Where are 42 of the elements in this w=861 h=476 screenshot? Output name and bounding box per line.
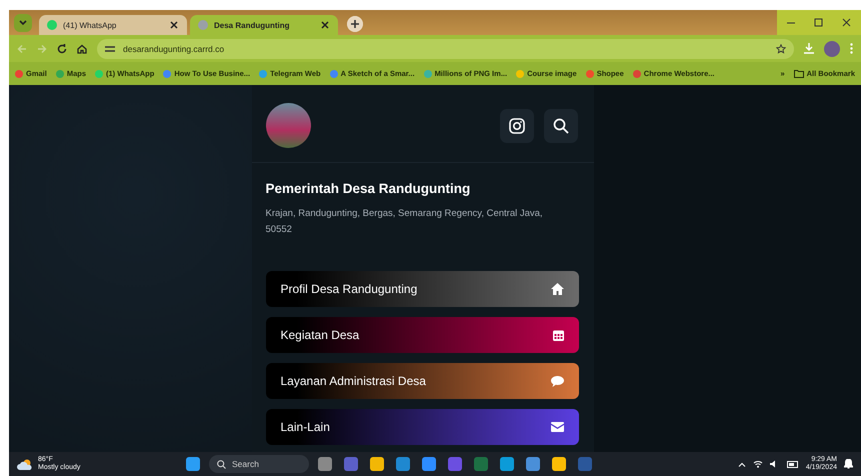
app-icon[interactable] bbox=[448, 457, 462, 471]
chevron-down-icon bbox=[19, 20, 27, 26]
browser-tab[interactable]: (41) WhatsApp bbox=[39, 15, 187, 35]
calendar-icon bbox=[552, 329, 564, 341]
search-field[interactable]: Search bbox=[209, 455, 309, 473]
page-title: Pemerintah Desa Randugunting bbox=[266, 181, 472, 196]
link-button[interactable]: Kegiatan Desa bbox=[266, 317, 578, 353]
close-icon[interactable] bbox=[169, 20, 179, 30]
address-bar[interactable]: desarandugunting.carrd.co bbox=[97, 38, 794, 58]
bell-icon[interactable] bbox=[844, 459, 853, 469]
link-button[interactable]: Lain-Lain bbox=[266, 409, 578, 445]
app-icon[interactable] bbox=[500, 457, 514, 471]
wifi-icon[interactable] bbox=[752, 460, 763, 468]
app-icon[interactable] bbox=[422, 457, 436, 471]
new-tab-icon[interactable] bbox=[347, 16, 363, 32]
tab-search-button[interactable] bbox=[14, 14, 32, 32]
link-button[interactable]: Layanan Administrasi Desa bbox=[266, 363, 578, 399]
mail-icon bbox=[550, 422, 564, 432]
home-icon[interactable] bbox=[77, 44, 87, 54]
app-icon[interactable] bbox=[344, 457, 358, 471]
star-icon[interactable] bbox=[776, 44, 786, 54]
battery-icon[interactable] bbox=[786, 460, 799, 468]
cloud-icon[interactable] bbox=[17, 458, 33, 470]
instagram-icon bbox=[508, 118, 524, 134]
instagram-button[interactable] bbox=[500, 108, 534, 142]
search-icon bbox=[217, 460, 226, 468]
chevron-up-icon[interactable] bbox=[738, 462, 746, 466]
app-icon[interactable] bbox=[526, 457, 540, 471]
profile-avatar[interactable] bbox=[824, 40, 840, 56]
site-settings-icon bbox=[105, 44, 115, 52]
search-button[interactable] bbox=[544, 108, 578, 142]
home-icon bbox=[550, 283, 564, 295]
reload-icon[interactable] bbox=[57, 44, 67, 54]
search-icon bbox=[552, 118, 568, 134]
photo-placeholder bbox=[266, 103, 310, 148]
app-icon[interactable] bbox=[396, 457, 410, 471]
app-icon[interactable] bbox=[474, 457, 488, 471]
speech-bubble-icon bbox=[550, 376, 564, 386]
link-button[interactable]: Profil Desa Randugunting bbox=[266, 271, 578, 307]
close-icon[interactable] bbox=[320, 20, 330, 30]
browser-tab[interactable]: Desa Randugunting bbox=[190, 15, 338, 35]
address-text: Krajan, Randugunting, Bergas, Semarang Regency, Central Java, 50552 bbox=[266, 207, 544, 237]
